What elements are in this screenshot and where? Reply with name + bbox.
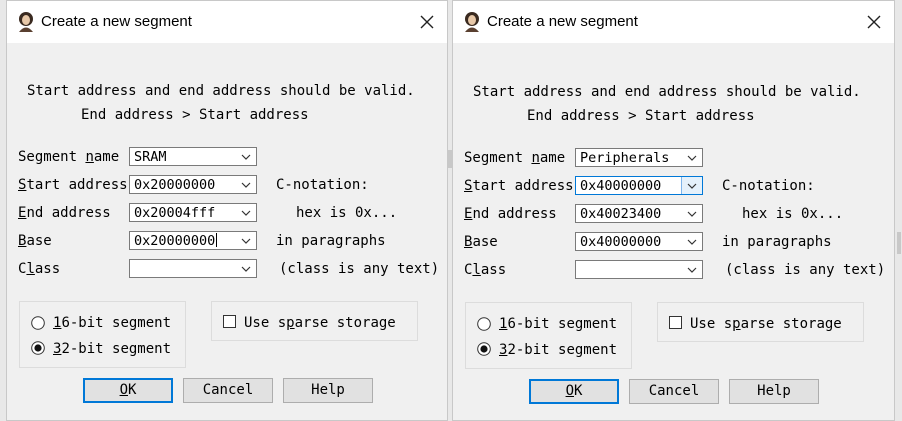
title-bar[interactable]: Create a new segment: [7, 1, 447, 43]
message-line-2: End address > Start address: [81, 107, 309, 123]
radio-16-bit-label: 16-bit segment: [499, 316, 618, 332]
close-icon[interactable]: [413, 9, 441, 35]
end-address-combo[interactable]: 0x40023400: [575, 204, 703, 223]
segment-name-combo[interactable]: SRAM: [129, 147, 257, 166]
chevron-down-icon[interactable]: [239, 207, 253, 219]
base-label: Base: [464, 234, 498, 250]
text-caret: [216, 233, 218, 247]
start-address-combo[interactable]: 0x40000000: [575, 176, 703, 195]
end-address-label: End address: [464, 206, 557, 222]
end-address-combo[interactable]: 0x20004fff: [129, 203, 257, 222]
ida-app-icon: [19, 12, 33, 32]
message-line-1: Start address and end address should be …: [27, 83, 415, 99]
radio-16-bit[interactable]: [31, 316, 45, 330]
radio-32-bit-label: 32-bit segment: [53, 341, 172, 357]
chevron-down-icon[interactable]: [685, 208, 699, 220]
base-combo[interactable]: 0x20000000: [129, 231, 257, 250]
message-line-1: Start address and end address should be …: [473, 84, 861, 100]
start-address-value: 0x20000000: [134, 177, 216, 193]
class-hint: (class is any text): [725, 262, 886, 278]
class-label: Class: [464, 262, 507, 278]
class-label: Class: [18, 261, 61, 277]
class-combo[interactable]: [129, 259, 257, 278]
segment-name-label: Segment name: [464, 150, 566, 166]
hex-hint: hex is 0x...: [296, 205, 398, 221]
segment-name-value: SRAM: [134, 149, 167, 165]
bitness-group: [19, 301, 186, 368]
help-button[interactable]: Help: [729, 379, 819, 404]
segment-name-label: Segment name: [18, 149, 120, 165]
divider-handle: [897, 232, 901, 254]
chevron-down-icon[interactable]: [239, 235, 253, 247]
start-address-value: 0x40000000: [580, 178, 662, 194]
help-button[interactable]: Help: [283, 378, 373, 403]
chevron-down-icon[interactable]: [685, 152, 699, 164]
chevron-down-icon[interactable]: [685, 264, 699, 276]
end-address-label: End address: [18, 205, 111, 221]
radio-32-bit-label: 32-bit segment: [499, 342, 618, 358]
end-address-value: 0x40023400: [580, 206, 662, 222]
base-label: Base: [18, 233, 52, 249]
message-line-2: End address > Start address: [527, 108, 755, 124]
base-value: 0x40000000: [580, 234, 662, 250]
ok-button[interactable]: OK: [83, 378, 173, 403]
end-address-value: 0x20004fff: [134, 205, 216, 221]
sparse-storage-checkbox[interactable]: [223, 315, 236, 328]
paragraphs-hint: in paragraphs: [722, 234, 832, 250]
radio-32-bit[interactable]: [477, 342, 491, 356]
cancel-button[interactable]: Cancel: [629, 379, 719, 404]
title-bar[interactable]: Create a new segment: [453, 1, 894, 43]
chevron-down-icon[interactable]: [685, 236, 699, 248]
ida-app-icon: [465, 12, 479, 32]
paragraphs-hint: in paragraphs: [276, 233, 386, 249]
c-notation-hint: C-notation:: [276, 177, 369, 193]
chevron-down-icon[interactable]: [685, 180, 699, 192]
dialog-title: Create a new segment: [41, 13, 192, 30]
radio-32-bit[interactable]: [31, 341, 45, 355]
sparse-storage-checkbox[interactable]: [669, 316, 682, 329]
class-hint: (class is any text): [279, 261, 440, 277]
start-address-label: Start address: [464, 178, 574, 194]
class-combo[interactable]: [575, 260, 703, 279]
dialog-title: Create a new segment: [487, 13, 638, 30]
chevron-down-icon[interactable]: [239, 263, 253, 275]
start-address-combo[interactable]: 0x20000000: [129, 175, 257, 194]
ok-button[interactable]: OK: [529, 379, 619, 404]
cancel-button[interactable]: Cancel: [183, 378, 273, 403]
base-combo[interactable]: 0x40000000: [575, 232, 703, 251]
start-address-label: Start address: [18, 177, 128, 193]
radio-16-bit[interactable]: [477, 317, 491, 331]
bitness-group: [465, 302, 632, 369]
sparse-storage-label: Use sparse storage: [244, 315, 396, 331]
segment-name-value: Peripherals: [580, 150, 670, 166]
hex-hint: hex is 0x...: [742, 206, 844, 222]
segment-name-combo[interactable]: Peripherals: [575, 148, 703, 167]
base-value: 0x20000000: [134, 233, 216, 249]
radio-16-bit-label: 16-bit segment: [53, 315, 172, 331]
create-segment-dialog-left: Create a new segment Start address and e…: [6, 0, 448, 421]
chevron-down-icon[interactable]: [239, 179, 253, 191]
create-segment-dialog-right: Create a new segment Start address and e…: [452, 0, 895, 421]
close-icon[interactable]: [860, 9, 888, 35]
chevron-down-icon[interactable]: [239, 151, 253, 163]
c-notation-hint: C-notation:: [722, 178, 815, 194]
sparse-storage-label: Use sparse storage: [690, 316, 842, 332]
